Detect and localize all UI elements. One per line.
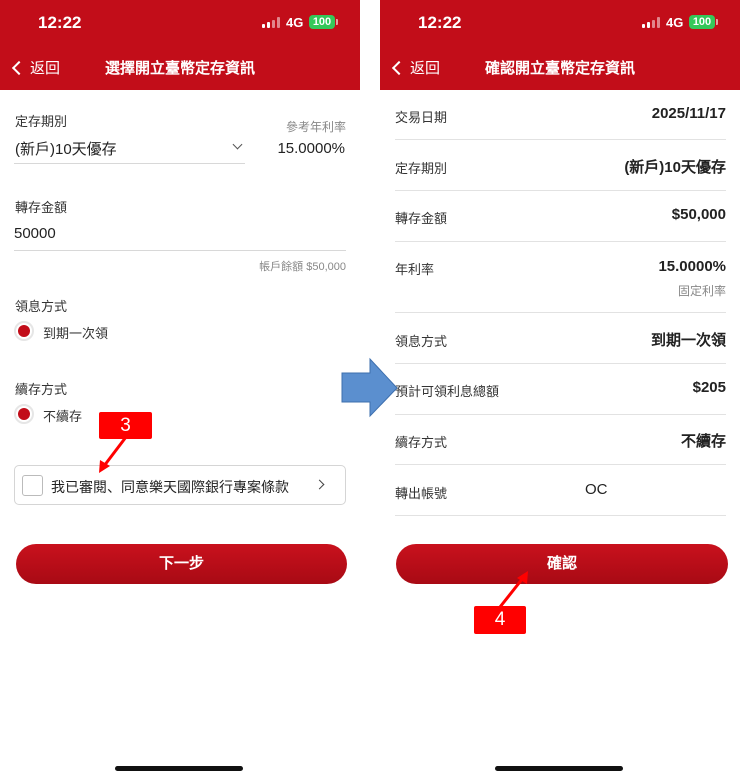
screen-select-deposit: 12:22 4G 100 返回 選擇開立臺幣定存資訊 定存期別 參考年利率 (新… xyxy=(0,0,360,779)
row-key: 轉出帳號 xyxy=(395,486,448,501)
row-amount: 轉存金額 $50,000 xyxy=(395,191,726,242)
page-title: 確認開立臺幣定存資訊 xyxy=(484,60,635,77)
row-value: (新戶)10天優存 xyxy=(624,159,726,176)
row-key: 續存方式 xyxy=(395,435,448,450)
status-bar: 12:22 4G 100 xyxy=(380,0,740,44)
renew-radio[interactable] xyxy=(14,404,34,424)
interest-radio[interactable] xyxy=(14,321,34,341)
row-source-account: 轉出帳號 OC xyxy=(395,465,726,516)
status-time: 12:22 xyxy=(418,13,462,32)
row-term: 定存期別 (新戶)10天優存 xyxy=(395,140,726,191)
step4-badge: 4 xyxy=(474,606,526,634)
terms-agreement[interactable]: 我已審閱、同意樂天國際銀行專案條款 xyxy=(14,465,346,505)
row-expected-interest: 預計可領利息總額 $205 xyxy=(395,364,726,415)
network-type: 4G xyxy=(286,15,304,30)
next-button[interactable]: 下一步 xyxy=(16,544,347,584)
row-value: $205 xyxy=(692,379,726,396)
row-key: 轉存金額 xyxy=(395,211,448,226)
row-value: 2025/11/17 xyxy=(651,105,726,122)
agree-checkbox[interactable] xyxy=(22,475,43,496)
battery-icon: 100 xyxy=(689,15,718,29)
row-rate: 年利率 15.0000% 固定利率 xyxy=(395,242,726,313)
status-bar: 12:22 4G 100 xyxy=(0,0,360,44)
term-label: 定存期別 xyxy=(15,114,68,129)
renew-option[interactable]: 不續存 xyxy=(43,406,82,425)
status-time: 12:22 xyxy=(38,13,82,32)
page-title: 選擇開立臺幣定存資訊 xyxy=(104,60,255,77)
nav-bar: 返回 確認開立臺幣定存資訊 xyxy=(380,44,740,90)
row-key: 交易日期 xyxy=(395,110,448,125)
row-sub: 固定利率 xyxy=(677,284,726,298)
interest-label: 領息方式 xyxy=(15,299,68,314)
row-key: 預計可領利息總額 xyxy=(395,384,500,399)
signal-icon xyxy=(262,17,280,28)
term-divider xyxy=(14,163,245,164)
row-renew: 續存方式 不續存 xyxy=(395,415,726,465)
row-key: 定存期別 xyxy=(395,161,448,176)
row-value: OC xyxy=(585,481,608,498)
step3-badge: 3 xyxy=(99,412,152,439)
row-value: 不續存 xyxy=(680,433,726,450)
battery-icon: 100 xyxy=(309,15,338,29)
chevron-right-icon[interactable] xyxy=(314,479,325,490)
renew-label: 續存方式 xyxy=(15,382,68,397)
row-value: $50,000 xyxy=(671,206,726,223)
row-interest-method: 領息方式 到期一次領 xyxy=(395,313,726,364)
agree-text[interactable]: 我已審閱、同意樂天國際銀行專案條款 xyxy=(51,477,289,497)
amount-input[interactable]: 50000 xyxy=(14,225,56,242)
network-type: 4G xyxy=(666,15,684,30)
balance-note: 帳戶餘額 $50,000 xyxy=(259,261,346,273)
screen-confirm-deposit: 12:22 4G 100 返回 確認開立臺幣定存資訊 交易日期 2025/11/… xyxy=(380,0,740,779)
row-trade-date: 交易日期 2025/11/17 xyxy=(395,90,726,140)
amount-divider xyxy=(14,250,346,251)
signal-icon xyxy=(642,17,660,28)
chevron-down-icon[interactable] xyxy=(232,139,243,150)
term-select[interactable]: (新戶)10天優存 xyxy=(15,138,117,159)
nav-bar: 返回 選擇開立臺幣定存資訊 xyxy=(0,44,360,90)
rate-value: 15.0000% xyxy=(277,140,345,157)
home-indicator xyxy=(495,766,623,771)
row-key: 年利率 xyxy=(395,262,435,277)
home-indicator xyxy=(115,766,243,771)
row-value: 到期一次領 xyxy=(650,332,726,349)
amount-label: 轉存金額 xyxy=(15,200,68,215)
confirm-button[interactable]: 確認 xyxy=(396,544,728,584)
interest-option[interactable]: 到期一次領 xyxy=(43,323,108,342)
rate-label: 參考年利率 xyxy=(285,120,346,134)
row-key: 領息方式 xyxy=(395,334,448,349)
row-value: 15.0000% xyxy=(658,258,726,275)
